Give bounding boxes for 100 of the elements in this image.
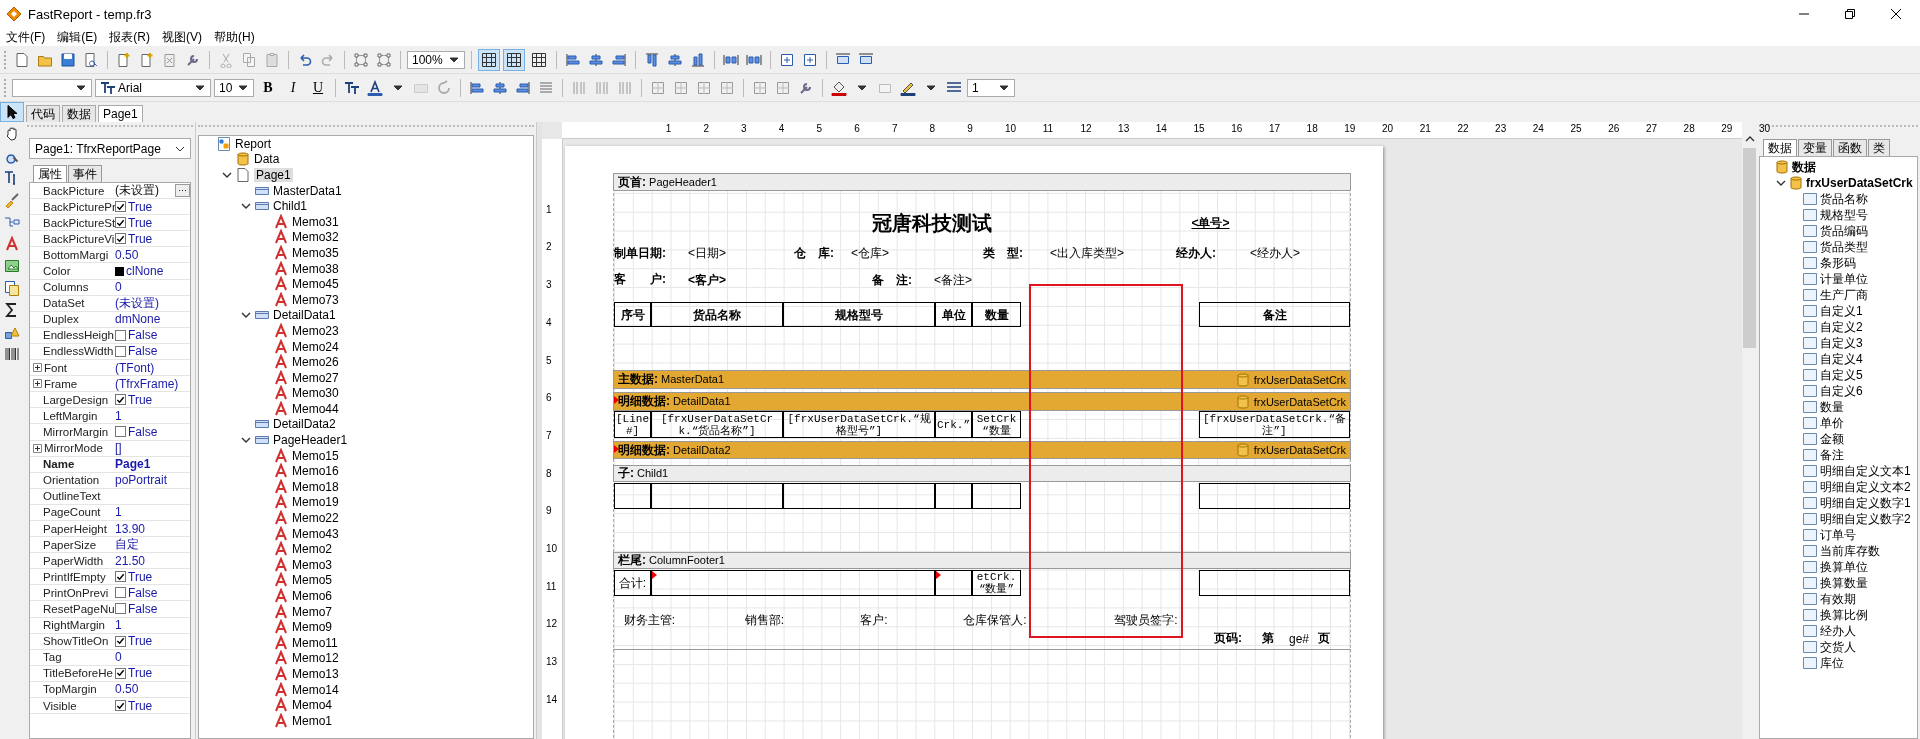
table-cell[interactable]: [Line#]: [614, 411, 651, 438]
group-icon[interactable]: [353, 51, 369, 68]
table-cell[interactable]: [651, 570, 935, 596]
table-cell[interactable]: 合计:: [614, 570, 651, 596]
tree-item[interactable]: frxUserDataSetCrk: [1806, 176, 1913, 190]
page-magnifier-icon[interactable]: [83, 51, 99, 68]
table-cell[interactable]: [935, 570, 972, 596]
property-value[interactable]: []: [115, 441, 122, 456]
tree-item[interactable]: Memo1: [292, 713, 332, 728]
signature-label[interactable]: 客户:: [840, 611, 908, 630]
expand-icon[interactable]: [33, 379, 42, 389]
table-cell[interactable]: [614, 483, 651, 509]
align-right-icon[interactable]: [611, 51, 627, 68]
property-value[interactable]: False: [128, 602, 158, 616]
expand-icon[interactable]: [33, 363, 42, 373]
inspector-tab[interactable]: 属性: [33, 165, 67, 182]
chevron-icon[interactable]: [222, 170, 232, 180]
ellipsis-button[interactable]: ···: [175, 184, 190, 198]
field-label[interactable]: 仓 库:: [794, 245, 850, 262]
format-button[interactable]: U: [307, 76, 329, 99]
align-right-icon[interactable]: [515, 79, 531, 96]
tree-item[interactable]: 自定义6: [1820, 382, 1863, 400]
tree-item[interactable]: Memo45: [292, 277, 339, 292]
tree-item[interactable]: 有效期: [1820, 590, 1856, 608]
tree-item[interactable]: Memo26: [292, 355, 339, 370]
tree-item[interactable]: Page1: [254, 168, 293, 182]
signature-label[interactable]: 仓库保管人:: [953, 611, 1037, 630]
tree-item[interactable]: Memo7: [292, 604, 332, 619]
data-tab[interactable]: 变量: [1798, 139, 1832, 156]
tree-item[interactable]: 明细自定义文本2: [1820, 478, 1911, 496]
center-icon[interactable]: [779, 51, 795, 68]
grid-toggle-button[interactable]: [478, 48, 500, 71]
tree-item[interactable]: Memo43: [292, 526, 339, 541]
field-label[interactable]: 客 户:: [614, 269, 685, 289]
data-tab[interactable]: 类: [1868, 139, 1890, 156]
tree-item[interactable]: Memo30: [292, 386, 339, 401]
tree-item[interactable]: Memo44: [292, 401, 339, 416]
report-field[interactable]: <备注>: [934, 265, 1328, 296]
tree-item[interactable]: Memo22: [292, 511, 339, 526]
line-width-combo[interactable]: 1: [967, 78, 1015, 97]
object-dropdown[interactable]: Page1: TfrxReportPage: [29, 138, 191, 159]
checkbox[interactable]: [115, 635, 126, 647]
align-bottom-icon[interactable]: [690, 51, 706, 68]
tree-item[interactable]: 备注: [1820, 446, 1844, 464]
table-cell[interactable]: [frxUserDataSetCrk.“货品名称”]: [651, 411, 783, 438]
tree-item[interactable]: 自定义1: [1820, 302, 1863, 320]
tree-item[interactable]: Child1: [273, 199, 308, 214]
page-number-field[interactable]: ge#: [1285, 630, 1313, 647]
fill-color-icon[interactable]: [831, 79, 847, 96]
tree-item[interactable]: 订单号: [1820, 526, 1856, 544]
align-center-icon[interactable]: [588, 51, 604, 68]
tree-item[interactable]: Memo12: [292, 651, 339, 666]
table-header-cell[interactable]: 备注: [1199, 302, 1350, 327]
tree-item[interactable]: 数据: [1792, 158, 1816, 176]
property-value[interactable]: (未设置): [115, 294, 159, 312]
expand-icon[interactable]: [33, 443, 42, 453]
tree-item[interactable]: 货品编码: [1820, 222, 1868, 240]
property-value[interactable]: 0.50: [115, 247, 139, 262]
page-tab[interactable]: 代码: [26, 105, 60, 122]
close-icon[interactable]: [1890, 8, 1902, 20]
menu-item[interactable]: 文件(F): [6, 28, 46, 46]
field-label[interactable]: 制单日期:: [614, 245, 685, 262]
tree-item[interactable]: 明细自定义数字1: [1820, 494, 1911, 512]
report-field[interactable]: <客户>: [688, 265, 872, 296]
tree-item[interactable]: Memo6: [292, 589, 332, 603]
tree-item[interactable]: 当前库存数: [1820, 542, 1880, 560]
checkbox[interactable]: [115, 394, 126, 406]
property-value[interactable]: False: [128, 344, 158, 359]
tree-item[interactable]: 货品类型: [1820, 238, 1868, 256]
property-value[interactable]: (未设置): [115, 182, 159, 200]
menu-item[interactable]: 编辑(E): [57, 28, 98, 46]
table-cell[interactable]: Crk.”: [935, 411, 972, 438]
property-value[interactable]: 1: [115, 408, 122, 423]
format-button[interactable]: B: [257, 76, 279, 99]
tree-item[interactable]: 自定义5: [1820, 366, 1863, 384]
menu-item[interactable]: 报表(R): [109, 28, 150, 46]
tree-item[interactable]: Memo14: [292, 682, 339, 697]
tree-item[interactable]: Memo13: [292, 667, 339, 681]
table-cell[interactable]: SetCrk “数量: [972, 411, 1021, 438]
tree-item[interactable]: Memo31: [292, 214, 339, 229]
tree-item[interactable]: 规格型号: [1820, 206, 1868, 224]
inspector-tab[interactable]: 事件: [68, 165, 102, 182]
page-tab[interactable]: 数据: [62, 105, 96, 122]
tree-item[interactable]: 库位: [1820, 654, 1844, 672]
band-header[interactable]: 子: Child1: [613, 465, 1351, 482]
table-cell[interactable]: [783, 483, 935, 509]
tree-item[interactable]: 条形码: [1820, 254, 1856, 272]
tree-item[interactable]: Memo5: [292, 573, 332, 588]
table-cell[interactable]: [1199, 570, 1350, 596]
align-left-icon[interactable]: [469, 79, 485, 96]
property-value[interactable]: 21.50: [115, 553, 146, 568]
report-field[interactable]: <出入库类型>: [1050, 245, 1141, 262]
pointer-tool-button[interactable]: [0, 102, 24, 122]
table-header-cell[interactable]: 规格型号: [783, 302, 935, 327]
band-header[interactable]: 栏尾: ColumnFooter1: [613, 552, 1351, 569]
tree-item[interactable]: DetailData1: [273, 308, 336, 323]
signature-label[interactable]: 销售部:: [727, 611, 802, 630]
band-header[interactable]: 明细数据: DetailData2 frxUserDataSetCrk: [613, 441, 1351, 459]
page-number-field[interactable]: 页: [1315, 630, 1332, 647]
tree-item[interactable]: 单价: [1820, 414, 1844, 432]
